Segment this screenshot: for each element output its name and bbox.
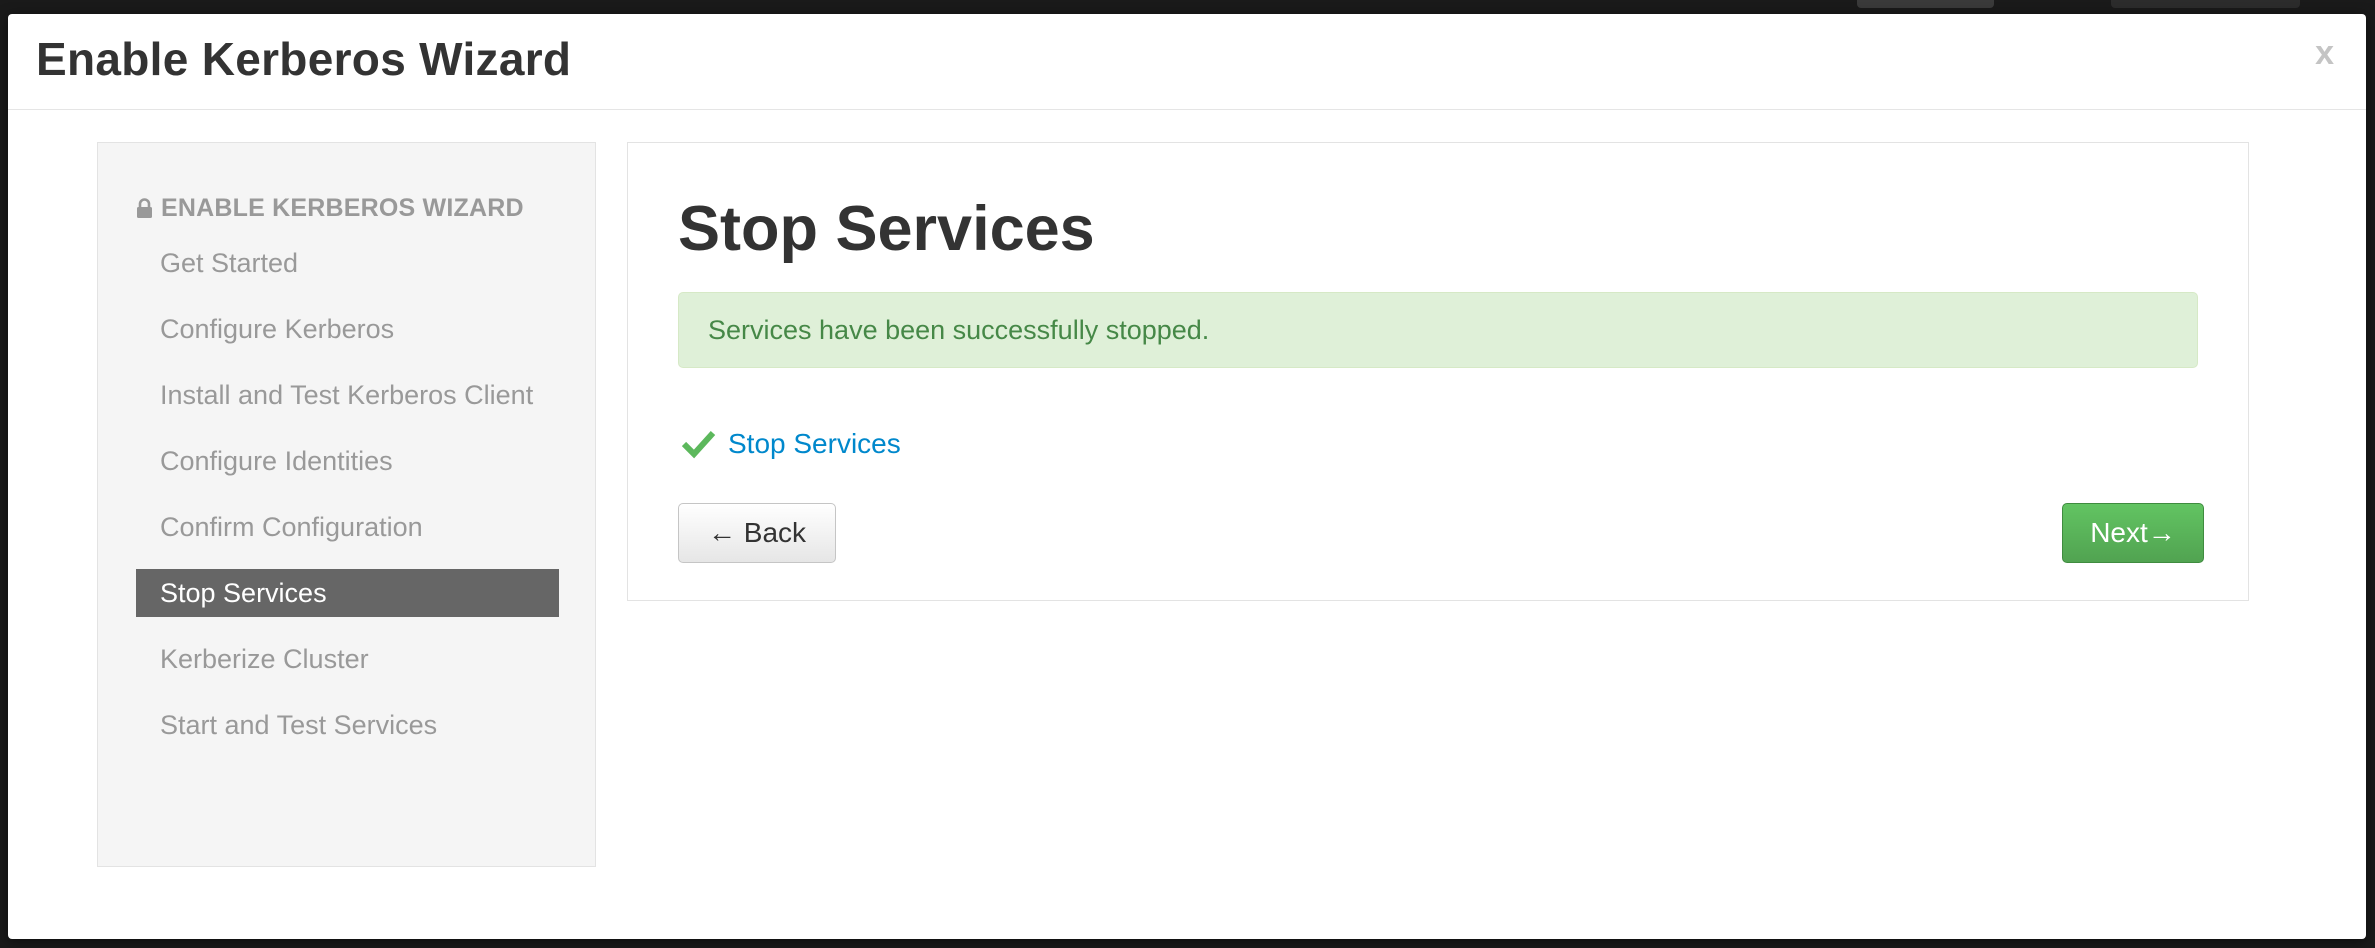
wizard-steps-sidebar: ENABLE KERBEROS WIZARD Get Started Confi… bbox=[97, 142, 596, 867]
step-list: Get Started Configure Kerberos Install a… bbox=[136, 239, 559, 767]
modal-header: Enable Kerberos Wizard x bbox=[8, 14, 2366, 110]
step-content-panel: Stop Services Services have been success… bbox=[627, 142, 2249, 601]
next-button[interactable]: Next→ bbox=[2062, 503, 2204, 563]
step-start-test-services[interactable]: Start and Test Services bbox=[136, 701, 559, 749]
step-configure-identities[interactable]: Configure Identities bbox=[136, 437, 559, 485]
step-kerberize-cluster[interactable]: Kerberize Cluster bbox=[136, 635, 559, 683]
step-install-test-client[interactable]: Install and Test Kerberos Client bbox=[136, 371, 559, 419]
task-link-stop-services[interactable]: Stop Services bbox=[728, 428, 901, 460]
task-row: Stop Services bbox=[681, 428, 901, 460]
page-title: Stop Services bbox=[678, 194, 1095, 264]
backdrop-tab bbox=[1857, 0, 1994, 8]
close-button[interactable]: x bbox=[2315, 36, 2334, 70]
backdrop-tab bbox=[2111, 0, 2300, 8]
wizard-modal: Enable Kerberos Wizard x ENABLE KERBEROS… bbox=[8, 14, 2366, 939]
step-get-started[interactable]: Get Started bbox=[136, 239, 559, 287]
check-icon bbox=[681, 430, 716, 459]
modal-title: Enable Kerberos Wizard bbox=[36, 33, 572, 85]
sidebar-header-label: ENABLE KERBEROS WIZARD bbox=[161, 194, 524, 222]
step-configure-kerberos[interactable]: Configure Kerberos bbox=[136, 305, 559, 353]
success-alert: Services have been successfully stopped. bbox=[678, 292, 2198, 368]
step-stop-services[interactable]: Stop Services bbox=[136, 569, 559, 617]
step-confirm-configuration[interactable]: Confirm Configuration bbox=[136, 503, 559, 551]
sidebar-header: ENABLE KERBEROS WIZARD bbox=[136, 194, 524, 223]
back-button[interactable]: ← Back bbox=[678, 503, 836, 563]
lock-icon bbox=[137, 198, 152, 218]
